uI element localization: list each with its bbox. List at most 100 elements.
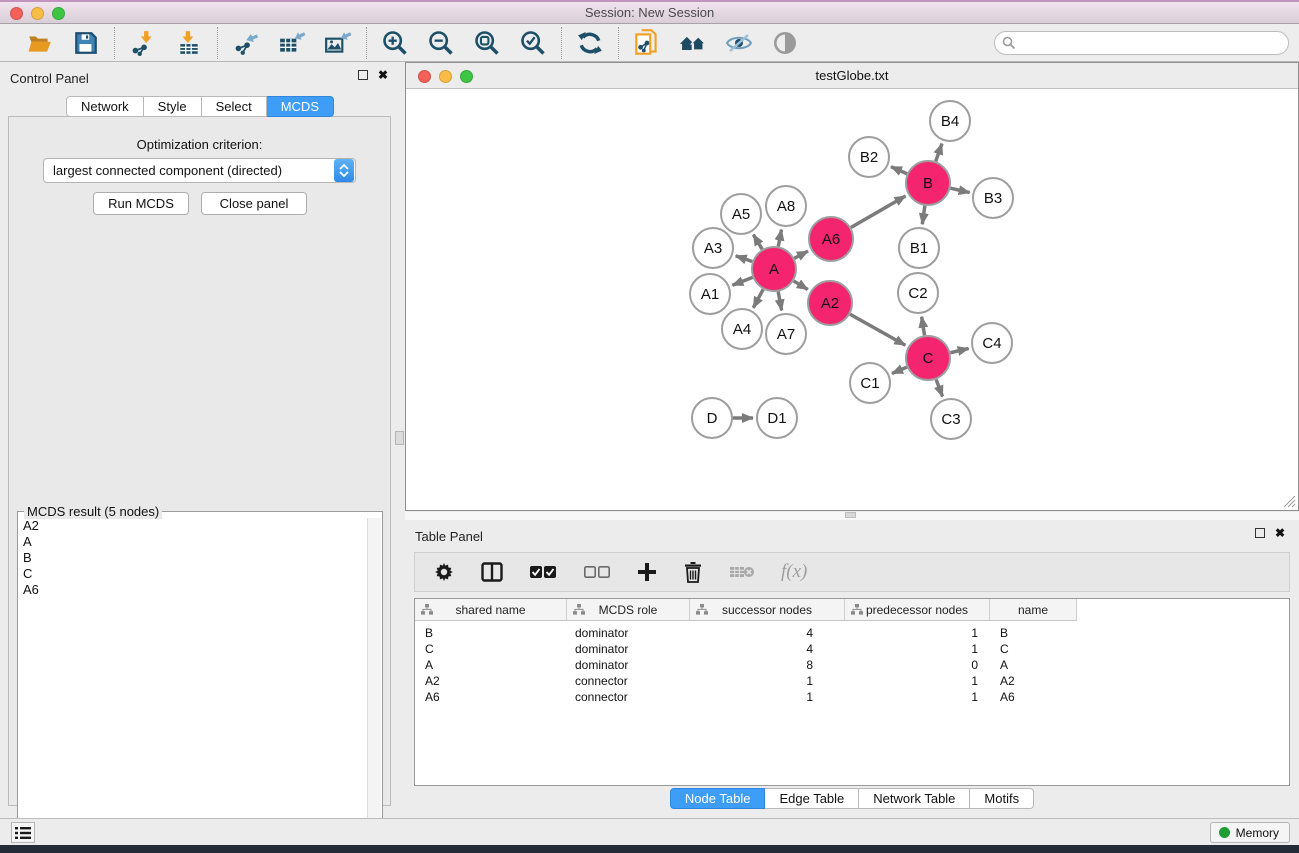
node-B4[interactable]: B4 (930, 101, 970, 141)
cell-successor-nodes[interactable]: 1 (690, 690, 845, 704)
criterion-dropdown[interactable]: largest connected component (directed) (43, 158, 356, 183)
cell-predecessor-nodes[interactable]: 1 (845, 690, 990, 704)
node-C4[interactable]: C4 (972, 323, 1012, 363)
table-tab-network-table[interactable]: Network Table (859, 788, 970, 809)
export-image-icon[interactable] (324, 29, 352, 57)
cell-MCDS-role[interactable]: connector (567, 674, 690, 688)
memory-button[interactable]: Memory (1210, 822, 1290, 843)
cell-predecessor-nodes[interactable]: 0 (845, 658, 990, 672)
network-graph[interactable]: B4B2BB3A8A5A6A3B1AA1C2A2A4A7C4CC1C3DD1 (407, 89, 1297, 510)
cell-MCDS-role[interactable]: dominator (567, 642, 690, 656)
deselect-all-checkboxes-icon[interactable] (583, 565, 611, 579)
node-A1[interactable]: A1 (690, 274, 730, 314)
mcds-result-list[interactable]: A2ABCA6 (19, 518, 367, 847)
import-table-icon[interactable] (175, 29, 203, 57)
save-session-icon[interactable] (72, 29, 100, 57)
column-header-shared-name[interactable]: shared name (415, 599, 567, 621)
delete-columns-trash-icon[interactable] (683, 561, 703, 583)
function-builder-icon[interactable]: f(x) (781, 561, 807, 583)
cell-name[interactable]: C (990, 642, 1077, 656)
minimize-window-button[interactable] (31, 7, 44, 20)
cell-successor-nodes[interactable]: 4 (690, 642, 845, 656)
table-tab-node-table[interactable]: Node Table (670, 788, 766, 809)
edge-A-A3[interactable] (736, 256, 753, 262)
close-panel-button[interactable]: Close panel (201, 192, 307, 215)
cell-predecessor-nodes[interactable]: 1 (845, 674, 990, 688)
export-network-icon[interactable] (232, 29, 260, 57)
node-A[interactable]: A (752, 247, 796, 291)
zoom-window-button[interactable] (52, 7, 65, 20)
edge-A-A4[interactable] (753, 289, 763, 308)
edge-C-C4[interactable] (950, 348, 968, 352)
cell-shared-name[interactable]: A (415, 658, 567, 672)
node-C1[interactable]: C1 (850, 363, 890, 403)
home-icon[interactable] (679, 29, 707, 57)
table-row[interactable]: Cdominator41C (415, 641, 1289, 657)
network-canvas[interactable]: B4B2BB3A8A5A6A3B1AA1C2A2A4A7C4CC1C3DD1 (407, 89, 1297, 510)
node-A4[interactable]: A4 (722, 309, 762, 349)
edge-B-B2[interactable] (891, 167, 907, 174)
tab-style[interactable]: Style (144, 96, 202, 117)
float-table-panel-icon[interactable] (1255, 528, 1265, 538)
network-minimize-button[interactable] (439, 70, 452, 83)
result-item[interactable]: A2 (19, 518, 367, 534)
select-all-checkboxes-icon[interactable] (529, 565, 557, 579)
node-A3[interactable]: A3 (693, 228, 733, 268)
window-resize-grip[interactable] (1283, 495, 1296, 508)
float-panel-icon[interactable] (358, 70, 368, 80)
tab-mcds[interactable]: MCDS (267, 96, 334, 117)
import-network-icon[interactable] (129, 29, 157, 57)
table-row[interactable]: A2connector11A2 (415, 673, 1289, 689)
node-A6[interactable]: A6 (809, 217, 853, 261)
node-B[interactable]: B (906, 161, 950, 205)
close-panel-icon[interactable]: ✖ (378, 70, 388, 80)
cell-successor-nodes[interactable]: 1 (690, 674, 845, 688)
delete-table-icon[interactable] (729, 564, 755, 580)
edge-A2-C[interactable] (850, 314, 905, 345)
node-C3[interactable]: C3 (931, 399, 971, 439)
cell-name[interactable]: B (990, 626, 1077, 640)
node-C[interactable]: C (906, 336, 950, 380)
edge-B-B1[interactable] (922, 206, 925, 224)
cell-predecessor-nodes[interactable]: 1 (845, 626, 990, 640)
edge-A-A7[interactable] (778, 292, 781, 311)
close-table-panel-icon[interactable]: ✖ (1275, 528, 1285, 538)
edge-B-B4[interactable] (936, 144, 942, 162)
node-D1[interactable]: D1 (757, 398, 797, 438)
close-window-button[interactable] (10, 7, 23, 20)
cell-MCDS-role[interactable]: connector (567, 690, 690, 704)
network-window-titlebar[interactable]: testGlobe.txt (406, 63, 1298, 89)
table-row[interactable]: A6connector11A6 (415, 689, 1289, 705)
horizontal-split-handle[interactable] (845, 512, 856, 518)
column-header-MCDS-role[interactable]: MCDS role (567, 599, 690, 621)
table-row[interactable]: Bdominator41B (415, 625, 1289, 641)
cell-shared-name[interactable]: C (415, 642, 567, 656)
cell-shared-name[interactable]: A2 (415, 674, 567, 688)
network-zoom-button[interactable] (460, 70, 473, 83)
cell-MCDS-role[interactable]: dominator (567, 626, 690, 640)
edge-C-C2[interactable] (922, 317, 925, 336)
cell-name[interactable]: A2 (990, 674, 1077, 688)
node-B2[interactable]: B2 (849, 137, 889, 177)
cell-name[interactable]: A6 (990, 690, 1077, 704)
column-header-predecessor-nodes[interactable]: predecessor nodes (845, 599, 990, 621)
result-item[interactable]: B (19, 550, 367, 566)
column-header-name[interactable]: name (990, 599, 1077, 621)
table-tab-edge-table[interactable]: Edge Table (765, 788, 859, 809)
edge-A6-B[interactable] (851, 196, 906, 228)
node-A5[interactable]: A5 (721, 194, 761, 234)
table-row[interactable]: Adominator80A (415, 657, 1289, 673)
edge-A-A5[interactable] (753, 235, 762, 250)
clone-network-icon[interactable] (633, 29, 661, 57)
cell-shared-name[interactable]: B (415, 626, 567, 640)
tab-select[interactable]: Select (202, 96, 267, 117)
node-A2[interactable]: A2 (808, 281, 852, 325)
node-D[interactable]: D (692, 398, 732, 438)
edge-A-A1[interactable] (732, 277, 752, 285)
node-A7[interactable]: A7 (766, 314, 806, 354)
edge-A-A8[interactable] (778, 230, 781, 247)
node-A8[interactable]: A8 (766, 186, 806, 226)
gear-icon[interactable] (433, 561, 455, 583)
network-close-button[interactable] (418, 70, 431, 83)
refresh-icon[interactable] (576, 29, 604, 57)
